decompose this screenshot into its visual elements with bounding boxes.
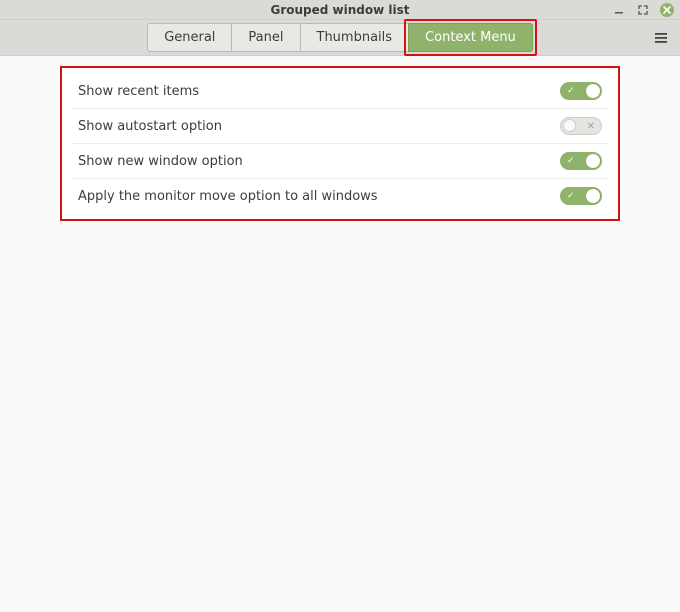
check-icon: ✓ (567, 191, 575, 201)
toggle-switch[interactable]: ✓ (560, 82, 602, 100)
check-icon: ✓ (567, 156, 575, 166)
settings-row-label: Show recent items (78, 84, 199, 99)
toggle-switch[interactable]: ✓ (560, 187, 602, 205)
settings-row: Show new window option ✓ (72, 144, 608, 179)
maximize-button[interactable] (636, 3, 650, 17)
menu-button[interactable] (654, 20, 668, 56)
window-controls (612, 0, 674, 20)
tab-bar: General Panel Thumbnails Context Menu (147, 23, 533, 52)
tab-thumbnails[interactable]: Thumbnails (300, 23, 410, 52)
titlebar: Grouped window list (0, 0, 680, 20)
settings-row: Show recent items ✓ (72, 74, 608, 109)
close-button[interactable] (660, 3, 674, 17)
tab-panel[interactable]: Panel (231, 23, 300, 52)
settings-row: Apply the monitor move option to all win… (72, 179, 608, 213)
toggle-switch[interactable]: ✓ (560, 152, 602, 170)
settings-row-label: Show autostart option (78, 119, 222, 134)
toggle-knob (586, 154, 600, 168)
toggle-knob (563, 119, 576, 132)
settings-panel: Show recent items ✓ Show autostart option ×… (60, 66, 620, 221)
content-area: Show recent items ✓ Show autostart option ×… (0, 56, 680, 221)
settings-row: Show autostart option × (72, 109, 608, 144)
minimize-button[interactable] (612, 3, 626, 17)
tab-context-menu[interactable]: Context Menu (408, 23, 533, 52)
check-icon: ✓ (567, 86, 575, 96)
toolbar: General Panel Thumbnails Context Menu (0, 20, 680, 56)
toggle-switch[interactable]: × (560, 117, 602, 135)
window-title: Grouped window list (271, 3, 410, 17)
settings-list: Show recent items ✓ Show autostart option ×… (62, 68, 618, 219)
hamburger-icon (654, 32, 668, 44)
toggle-knob (586, 84, 600, 98)
toggle-knob (586, 189, 600, 203)
x-icon: × (587, 121, 595, 132)
settings-row-label: Show new window option (78, 154, 243, 169)
tab-general[interactable]: General (147, 23, 232, 52)
settings-row-label: Apply the monitor move option to all win… (78, 189, 378, 204)
